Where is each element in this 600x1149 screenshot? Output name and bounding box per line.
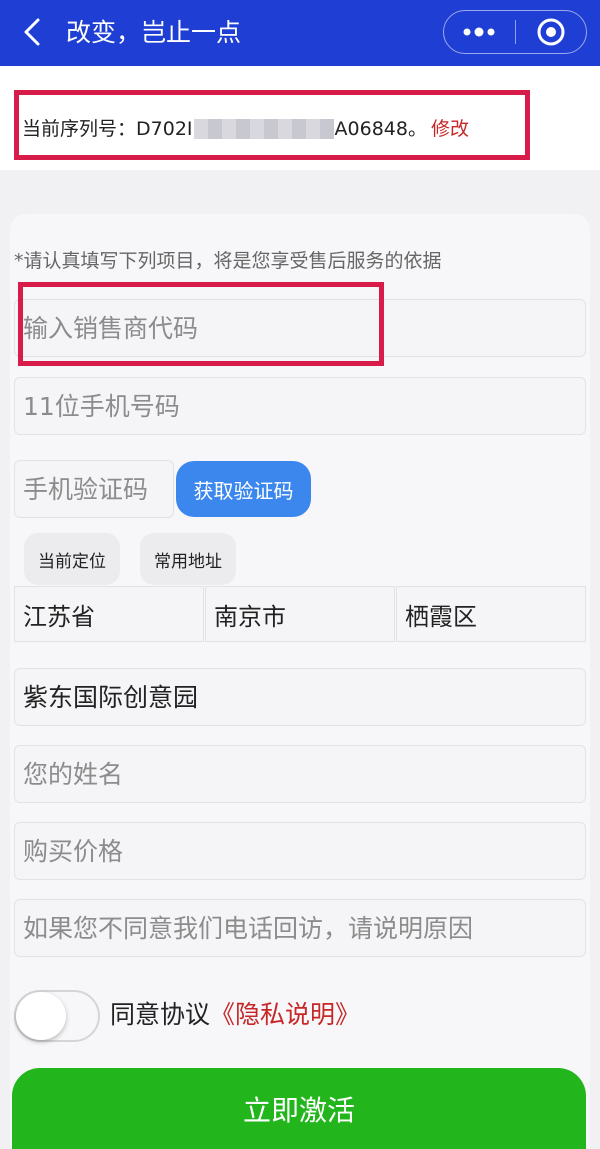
- reason-input[interactable]: [15, 900, 585, 956]
- agree-text: 同意协议《隐私说明》: [110, 998, 360, 1032]
- city-select[interactable]: 南京市: [205, 586, 395, 642]
- activate-button[interactable]: 立即激活: [12, 1068, 586, 1149]
- current-location-button[interactable]: 当前定位: [24, 533, 120, 585]
- privacy-link[interactable]: 《隐私说明》: [210, 1000, 360, 1029]
- serial-row: 当前序列号： D702I A06848。 修改: [22, 114, 469, 144]
- page-title: 改变，岂止一点: [66, 18, 242, 47]
- chevron-left-icon: [24, 18, 40, 46]
- reason-field[interactable]: [14, 899, 586, 957]
- phone-field[interactable]: [14, 377, 586, 435]
- more-dots-icon: [463, 27, 495, 37]
- sms-code-field[interactable]: [14, 460, 174, 518]
- nav-bar: 改变，岂止一点: [0, 0, 600, 66]
- mini-program-capsule: [443, 10, 587, 54]
- name-input[interactable]: [15, 746, 585, 802]
- get-code-button[interactable]: 获取验证码: [176, 461, 311, 517]
- serial-prefix: D702I: [136, 118, 193, 140]
- serial-label: 当前序列号：: [22, 118, 137, 140]
- phone-input[interactable]: [15, 378, 585, 434]
- province-select[interactable]: 江苏省: [14, 586, 204, 642]
- edit-serial-link[interactable]: 修改: [431, 114, 469, 144]
- dealer-code-field[interactable]: [14, 299, 586, 357]
- toggle-knob: [16, 992, 66, 1040]
- name-field[interactable]: [14, 745, 586, 803]
- agree-toggle[interactable]: [14, 990, 100, 1042]
- form-hint: *请认真填写下列项目，将是您享受售后服务的依据: [14, 250, 442, 272]
- address-field[interactable]: 紫东国际创意园: [14, 668, 586, 726]
- district-select[interactable]: 栖霞区: [396, 586, 586, 642]
- price-field[interactable]: [14, 822, 586, 880]
- sms-code-input[interactable]: [15, 461, 173, 517]
- target-circle-icon: [537, 18, 565, 46]
- serial-redacted-block: [193, 119, 334, 139]
- serial-suffix: A06848。: [334, 118, 427, 140]
- agree-prefix: 同意协议: [110, 1000, 211, 1029]
- more-button[interactable]: [444, 11, 515, 53]
- price-input[interactable]: [15, 823, 585, 879]
- close-miniprogram-button[interactable]: [516, 11, 587, 53]
- common-address-button[interactable]: 常用地址: [140, 533, 236, 585]
- back-button[interactable]: [12, 12, 52, 52]
- dealer-code-input[interactable]: [15, 300, 585, 356]
- page: 改变，岂止一点 当前序列号： D702I A06848。 修改 *请认真填写下列…: [0, 0, 600, 1149]
- address-value: 紫东国际创意园: [23, 683, 199, 712]
